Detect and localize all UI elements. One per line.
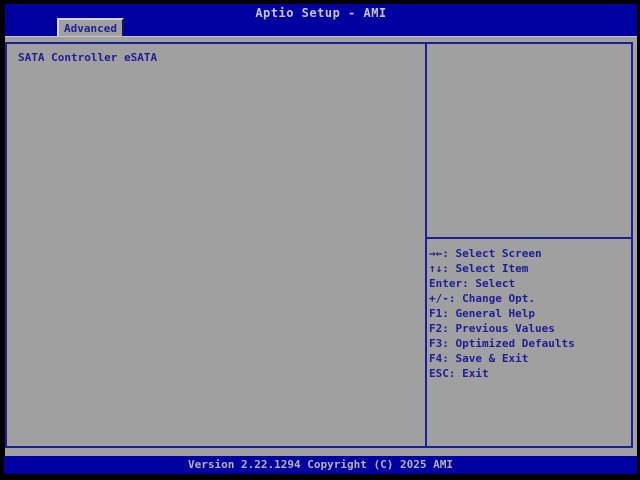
menu-item-sata-controller-esata[interactable]: SATA Controller eSATA (7, 44, 425, 63)
item-help-area (427, 44, 631, 239)
version-text: Version 2.22.1294 Copyright (C) 2025 AMI (188, 458, 453, 471)
bios-setup-screen: Aptio Setup - AMI Advanced SATA Controll… (0, 0, 640, 480)
help-line-enter-select: Enter: Select (429, 277, 516, 290)
help-line-esc-exit: ESC: Exit (429, 367, 489, 380)
help-line-change-opt: +/-: Change Opt. (429, 292, 535, 305)
help-panel: →←: Select Screen ↑↓: Select Item Enter:… (427, 44, 631, 446)
panels-frame: SATA Controller eSATA →←: Select Screen … (5, 42, 633, 448)
tab-advanced[interactable]: Advanced (57, 18, 124, 36)
help-line-f1-general-help: F1: General Help (429, 307, 535, 320)
help-line-select-screen: →←: Select Screen (429, 247, 542, 260)
help-line-f4-save-exit: F4: Save & Exit (429, 352, 529, 365)
setup-body: SATA Controller eSATA →←: Select Screen … (5, 36, 637, 456)
version-bar: Version 2.22.1294 Copyright (C) 2025 AMI (4, 456, 637, 474)
help-line-select-item: ↑↓: Select Item (429, 262, 529, 275)
help-line-f3-optimized-defaults: F3: Optimized Defaults (429, 337, 575, 350)
header-bar: Aptio Setup - AMI Advanced (5, 4, 637, 36)
key-legend: →←: Select Screen ↑↓: Select Item Enter:… (427, 239, 631, 381)
options-panel: SATA Controller eSATA (7, 44, 427, 446)
help-line-f2-previous-values: F2: Previous Values (429, 322, 555, 335)
